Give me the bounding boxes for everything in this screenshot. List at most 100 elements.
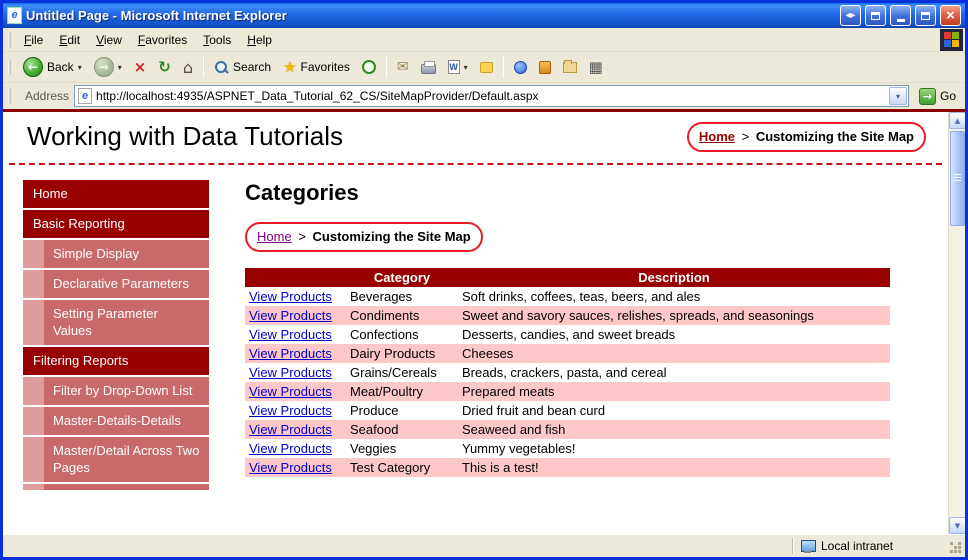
table-row: View Products Meat/Poultry Prepared meats: [245, 382, 890, 401]
sidebar-item-home[interactable]: Home: [23, 180, 209, 208]
breadcrumb-separator: >: [298, 229, 306, 244]
sidebar-item-label: Setting Parameter Values: [44, 300, 209, 345]
category-cell: Meat/Poultry: [350, 384, 423, 399]
grid-button[interactable]: ▦: [584, 54, 608, 81]
sidebar-indent: [23, 270, 44, 298]
view-products-cell: View Products: [245, 306, 346, 325]
titlebar-arrows-button[interactable]: ◂▸: [840, 5, 861, 26]
close-button[interactable]: ×: [940, 5, 961, 26]
view-products-link[interactable]: View Products: [249, 308, 332, 323]
discuss-button[interactable]: [475, 54, 498, 81]
site-header: Working with Data Tutorials Home > Custo…: [3, 121, 948, 152]
sidebar-item-declarative-parameters[interactable]: Declarative Parameters: [23, 270, 209, 298]
sidebar-item-basic-reporting[interactable]: Basic Reporting: [23, 210, 209, 238]
research-button[interactable]: [534, 54, 556, 81]
sidebar-item-master-detail-across-two-pages[interactable]: Master/Detail Across Two Pages: [23, 437, 209, 482]
view-products-link[interactable]: View Products: [249, 441, 332, 456]
go-button[interactable]: → Go: [914, 87, 961, 105]
view-products-link[interactable]: View Products: [249, 460, 332, 475]
menu-item-tools[interactable]: Tools: [195, 29, 239, 51]
sidebar-item-simple-display[interactable]: Simple Display: [23, 240, 209, 268]
view-products-link[interactable]: View Products: [249, 422, 332, 437]
menu-item-edit[interactable]: Edit: [51, 29, 88, 51]
description-cell: Prepared meats: [462, 384, 555, 399]
main-content: Categories Home > Customizing the Site M…: [245, 180, 948, 492]
grid-icon: ▦: [588, 58, 603, 76]
description-cell: Desserts, candies, and sweet breads: [462, 327, 676, 342]
view-products-link[interactable]: View Products: [249, 346, 332, 361]
address-input[interactable]: e http://localhost:4935/ASPNET_Data_Tuto…: [74, 85, 909, 107]
menu-item-help[interactable]: Help: [239, 29, 280, 51]
back-dropdown-icon: ▾: [77, 62, 82, 72]
search-button[interactable]: Search: [209, 54, 276, 81]
stop-button[interactable]: ×: [129, 54, 152, 81]
sidebar-item-label: Declarative Parameters: [44, 270, 209, 298]
scrollbar-thumb[interactable]: [950, 131, 965, 226]
view-products-link[interactable]: View Products: [249, 289, 332, 304]
toolbar-grip[interactable]: [8, 31, 11, 48]
sidebar-item-setting-parameter-values[interactable]: Setting Parameter Values: [23, 300, 209, 345]
sidebar-item-master-details-details[interactable]: Master-Details-Details: [23, 407, 209, 435]
titlebar-window-button[interactable]: [865, 5, 886, 26]
breadcrumb-home-link[interactable]: Home: [257, 229, 292, 244]
sidebar-item-filtering-reports[interactable]: Filtering Reports: [23, 347, 209, 375]
view-products-link[interactable]: View Products: [249, 327, 332, 342]
header-category: Category: [346, 268, 458, 287]
table-row: View Products Dairy Products Cheeses: [245, 344, 890, 363]
breadcrumb-current: Customizing the Site Map: [312, 229, 471, 244]
menu-item-file[interactable]: File: [16, 29, 51, 51]
sidebar-item-label: [44, 484, 209, 490]
go-icon: →: [918, 87, 936, 105]
refresh-button[interactable]: ↻: [153, 54, 176, 81]
maximize-button[interactable]: [915, 5, 936, 26]
status-divider: [792, 538, 794, 554]
table-row: View Products Produce Dried fruit and bean…: [245, 401, 890, 420]
table-row: View Products Veggies Yummy vegetables!: [245, 439, 890, 458]
table-header-row: Category Description: [245, 268, 890, 287]
folders-button[interactable]: [558, 54, 582, 81]
menu-bar: File Edit View Favorites Tools Help: [3, 28, 965, 52]
view-products-cell: View Products: [245, 401, 346, 420]
zone-label: Local intranet: [821, 539, 894, 553]
forward-icon: →: [93, 57, 114, 77]
print-icon: [420, 61, 436, 74]
sidebar-item-label: Master/Detail Across Two Pages: [44, 437, 209, 482]
view-products-link[interactable]: View Products: [249, 365, 332, 380]
history-button[interactable]: [357, 54, 381, 81]
minimize-icon: [896, 19, 905, 22]
menu-item-view[interactable]: View: [88, 29, 130, 51]
sidebar-item-filter-by-drop-down-list[interactable]: Filter by Drop-Down List: [23, 377, 209, 405]
scroll-down-button[interactable]: ▼: [949, 517, 965, 534]
resize-grip[interactable]: [950, 542, 963, 555]
view-products-link[interactable]: View Products: [249, 384, 332, 399]
vertical-scrollbar[interactable]: ▲ ▼: [948, 112, 965, 534]
forward-button[interactable]: → ▾: [89, 54, 127, 81]
menu-item-favorites[interactable]: Favorites: [130, 29, 195, 51]
view-products-cell: View Products: [245, 458, 346, 477]
mail-icon: ✉: [396, 59, 409, 75]
sidebar-indent: [23, 300, 44, 345]
edit-button[interactable]: W ▾: [443, 54, 473, 81]
toolbar-grip[interactable]: [8, 88, 11, 104]
address-label: Address: [25, 89, 70, 103]
messenger-button[interactable]: [509, 54, 532, 81]
site-title: Working with Data Tutorials: [27, 121, 343, 151]
favorites-button[interactable]: ★ Favorites: [278, 54, 355, 81]
view-products-link[interactable]: View Products: [249, 403, 332, 418]
sidebar-indent: [23, 240, 44, 268]
breadcrumb-home-link[interactable]: Home: [699, 129, 735, 144]
category-cell: Seafood: [350, 422, 399, 437]
home-button[interactable]: ⌂: [178, 54, 198, 81]
mail-button[interactable]: ✉: [392, 54, 414, 81]
toolbar-grip[interactable]: [8, 59, 11, 75]
messenger-icon: [513, 60, 527, 74]
page-title: Categories: [245, 180, 359, 205]
print-button[interactable]: [416, 54, 441, 81]
window-glyph-icon: [871, 11, 880, 20]
address-dropdown-button[interactable]: ▾: [888, 87, 907, 105]
scroll-up-button[interactable]: ▲: [949, 112, 965, 129]
security-zone: Local intranet: [797, 539, 947, 553]
view-products-cell: View Products: [245, 344, 346, 363]
back-button[interactable]: ← Back ▾: [18, 54, 87, 81]
minimize-button[interactable]: [890, 5, 911, 26]
